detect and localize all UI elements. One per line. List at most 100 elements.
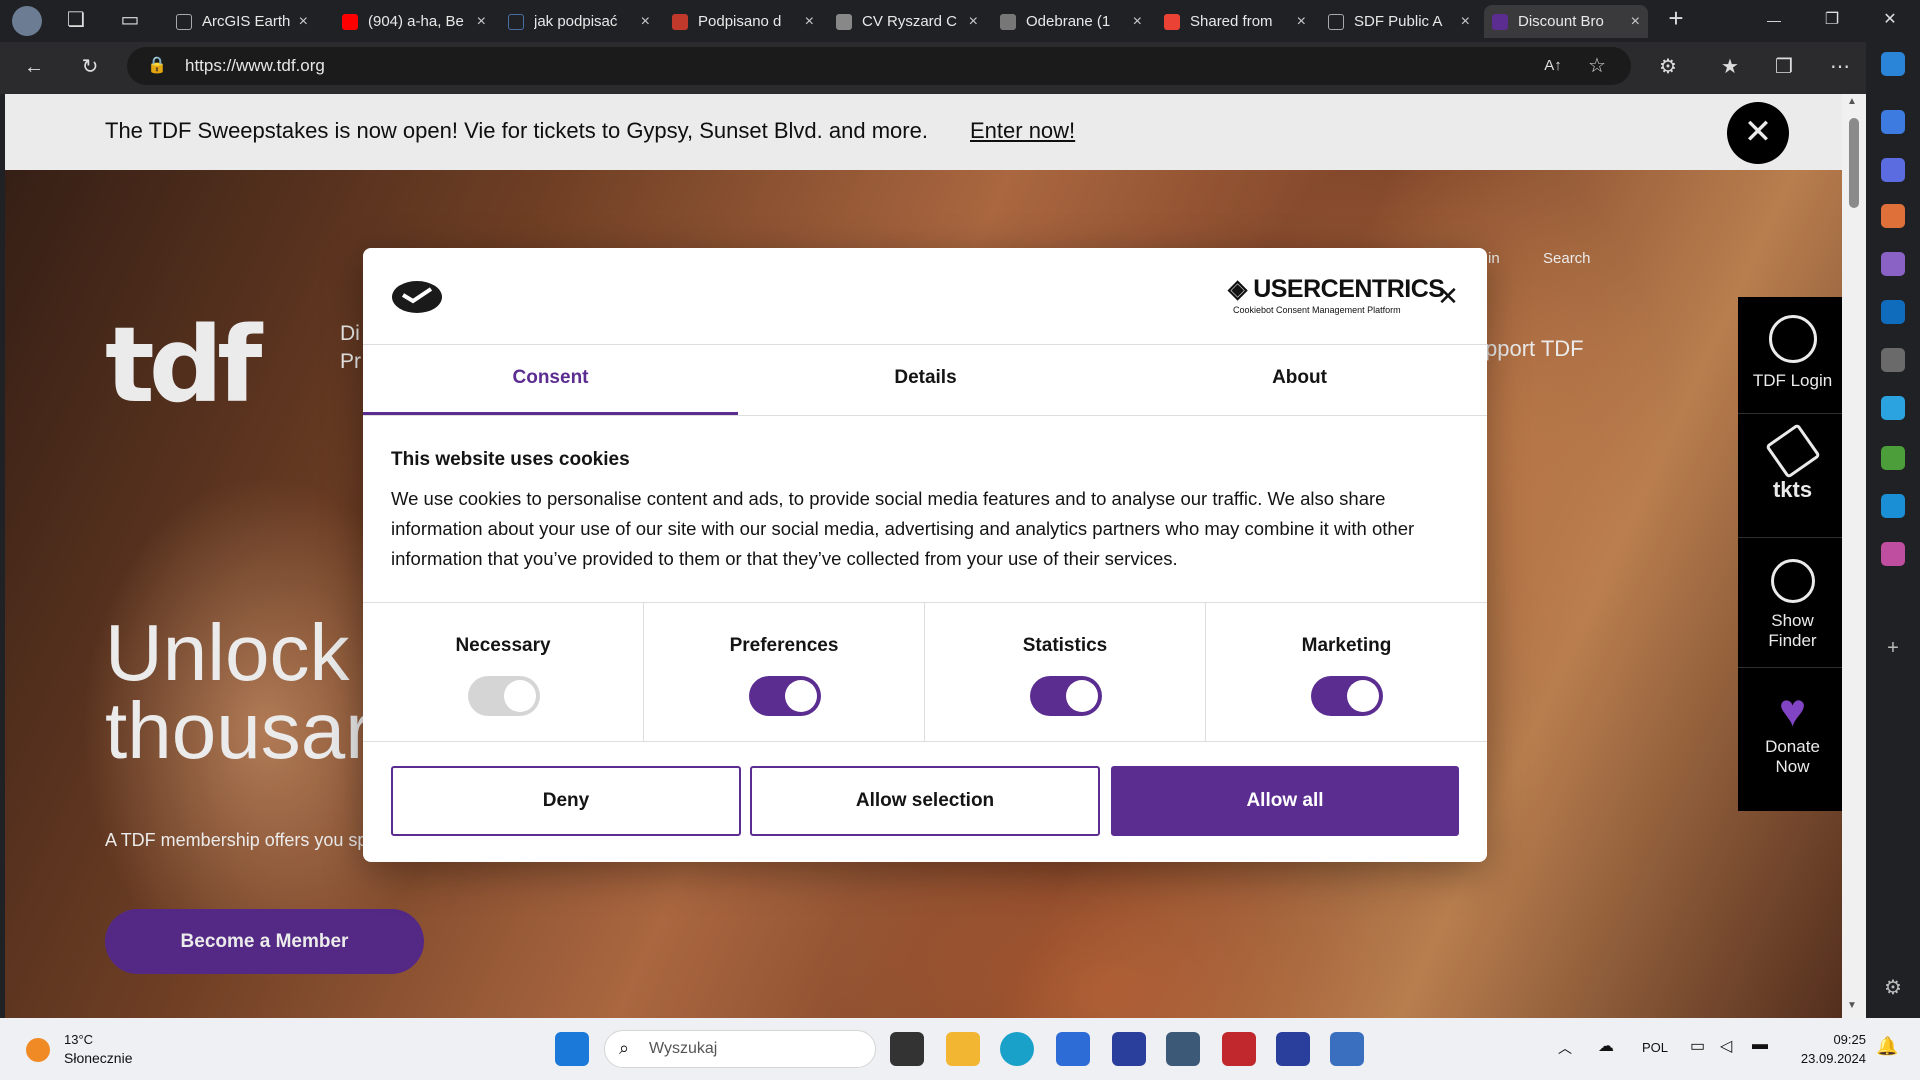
close-tab-icon[interactable]: × [641,13,650,31]
tab-label: ArcGIS Earth [202,13,291,30]
page-icon [1328,13,1344,30]
network-icon[interactable]: ▭ [1690,1036,1705,1056]
tab-gmail-shared[interactable]: Shared from × [1156,5,1314,38]
page-scrollbar[interactable]: ▲ ▼ [1842,94,1866,1018]
tab-label: Discount Bro [1518,13,1604,30]
allow-selection-button[interactable]: Allow selection [750,766,1100,836]
sun-icon [26,1038,50,1062]
start-button[interactable] [555,1032,589,1066]
preferences-toggle[interactable] [749,676,821,716]
save-app-icon[interactable] [1112,1032,1146,1066]
close-tab-icon[interactable]: × [1461,13,1470,31]
clock[interactable]: 09:25 23.09.2024 [1790,1030,1866,1068]
onedrive-icon[interactable]: ☁ [1598,1036,1614,1056]
tree-icon[interactable] [1881,446,1905,470]
close-dialog-icon[interactable]: ✕ [1433,281,1463,312]
scroll-down-arrow[interactable]: ▼ [1847,1000,1857,1011]
close-window-button[interactable]: ✕ [1876,8,1904,32]
store-icon[interactable] [1056,1032,1090,1066]
tray-overflow-icon[interactable]: ︿ [1558,1038,1572,1058]
allow-all-button[interactable]: Allow all [1111,766,1459,836]
tab-sdf[interactable]: SDF Public A × [1320,5,1478,38]
close-tab-icon[interactable]: × [1297,13,1306,31]
designer-icon[interactable] [1881,542,1905,566]
tab-label: SDF Public A [1354,13,1443,30]
statistics-toggle[interactable] [1030,676,1102,716]
tab-label: CV Ryszard C [862,13,958,30]
telegram-icon[interactable] [1881,396,1905,420]
close-tab-icon[interactable]: × [299,13,308,31]
tab-youtube[interactable]: (904) a-ha, Be × [334,5,494,38]
vpn-app-icon[interactable] [1166,1032,1200,1066]
tab-consent[interactable]: Consent [363,345,738,415]
skype-icon[interactable] [1881,494,1905,518]
back-icon[interactable]: ← [20,55,48,79]
tab-cv[interactable]: CV Ryszard C × [828,5,986,38]
close-tab-icon[interactable]: × [1133,13,1142,31]
tab-search[interactable]: jak podpisać × [500,5,658,38]
read-aloud-icon[interactable]: A↑ [1539,54,1567,78]
category-marketing: Marketing [1206,603,1487,742]
copilot-icon[interactable] [1881,52,1905,76]
category-label: Necessary [455,635,551,656]
taskbar-search-box[interactable]: ⌕ Wyszukaj [604,1030,876,1068]
media-app-icon[interactable] [1222,1032,1256,1066]
close-tab-icon[interactable]: × [477,13,486,31]
refresh-icon[interactable]: ↻ [76,55,104,79]
toggle-knob [1066,680,1098,712]
tab-label: Shared from [1190,13,1273,30]
more-menu-icon[interactable]: ⋯ [1826,55,1854,79]
tab-tdf-active[interactable]: Discount Bro × [1484,5,1648,38]
weather-widget[interactable]: 13°C Słonecznie [26,1030,166,1070]
tab-about[interactable]: About [1112,345,1487,415]
language-indicator[interactable]: POL [1642,1040,1668,1055]
notifications-bell-icon[interactable]: 🔔 [1876,1036,1898,1057]
save-app-2-icon[interactable] [1276,1032,1310,1066]
extensions-icon[interactable]: ⚙ [1654,55,1682,79]
edge-icon[interactable] [1000,1032,1034,1066]
scroll-up-arrow[interactable]: ▲ [1847,96,1857,107]
volume-icon[interactable]: ◁ [1720,1036,1732,1056]
tab-label: Podpisano d [698,13,782,30]
close-tab-icon[interactable]: × [1631,13,1640,31]
close-tab-icon[interactable]: × [969,13,978,31]
tag-icon[interactable] [1881,110,1905,134]
deny-button[interactable]: Deny [391,766,741,836]
maximize-button[interactable]: ❐ [1818,8,1846,32]
profile-avatar[interactable] [12,6,42,36]
cookie-consent-dialog: ◈ USERCENTRICS Cookiebot Consent Managem… [363,248,1487,862]
add-sidebar-app-icon[interactable]: + [1879,636,1907,660]
toggle-knob [1347,680,1379,712]
address-bar[interactable]: 🔒 https://www.tdf.org A↑ ☆ [127,47,1631,85]
settings-icon[interactable]: ⚙ [1879,976,1907,1000]
category-label: Preferences [729,635,839,656]
task-view-icon[interactable] [890,1032,924,1066]
games-icon[interactable] [1881,252,1905,276]
favorite-star-icon[interactable]: ☆ [1583,54,1611,78]
outlook-icon[interactable] [1881,300,1905,324]
category-statistics: Statistics [925,603,1206,742]
collections-icon[interactable]: ❐ [1770,55,1798,79]
tab-details[interactable]: Details [738,345,1113,415]
battery-icon[interactable]: ▬ [1752,1036,1768,1054]
network-app-icon[interactable] [1330,1032,1364,1066]
favorites-icon[interactable]: ★ [1716,55,1744,79]
tools-icon[interactable] [1881,204,1905,228]
tab-arcgis[interactable]: ArcGIS Earth × [168,5,316,38]
tab-gmail-inbox[interactable]: Odebrane (1 × [992,5,1150,38]
url-text[interactable]: https://www.tdf.org [185,56,325,76]
scroll-thumb[interactable] [1849,118,1859,208]
search-icon[interactable] [1881,348,1905,372]
file-explorer-icon[interactable] [946,1032,980,1066]
minimize-button[interactable]: — [1760,8,1788,32]
tab-podpisano[interactable]: Podpisano d × [664,5,822,38]
marketing-toggle[interactable] [1311,676,1383,716]
workspaces-icon[interactable]: ❏ [62,8,90,32]
usercentrics-brand: ◈ USERCENTRICS [1228,274,1445,304]
new-tab-button[interactable]: + [1662,5,1690,31]
vertical-tabs-icon[interactable]: ▭ [116,8,144,32]
copilot-app-icon[interactable] [1881,158,1905,182]
category-label: Statistics [1022,635,1108,656]
close-tab-icon[interactable]: × [805,13,814,31]
category-label: Marketing [1301,635,1392,656]
